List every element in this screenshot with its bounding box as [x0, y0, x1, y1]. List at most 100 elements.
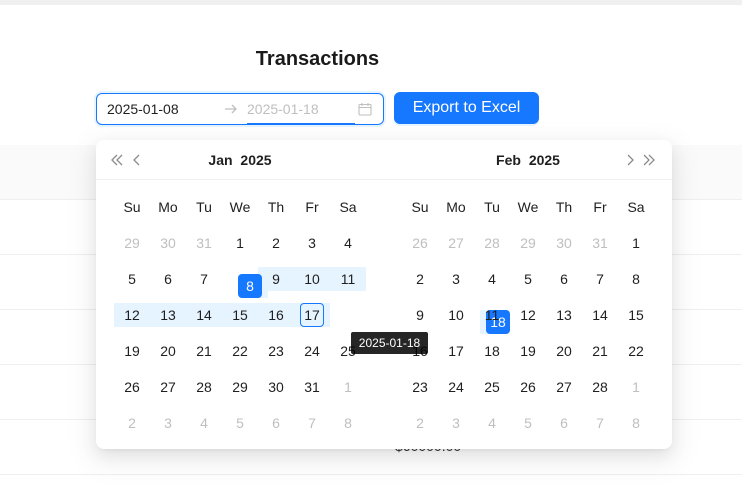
day-number[interactable]: 29 [516, 231, 540, 255]
day-cell[interactable]: 30 [546, 225, 582, 261]
day-cell[interactable]: 2 [258, 225, 294, 261]
day-number[interactable]: 21 [588, 339, 612, 363]
day-cell[interactable]: 9 [402, 297, 438, 333]
day-cell[interactable]: 28 [582, 369, 618, 405]
day-number[interactable]: 18 [480, 339, 504, 363]
day-number[interactable]: 1 [624, 231, 648, 255]
day-cell[interactable]: 8 [618, 261, 654, 297]
day-number[interactable]: 7 [588, 411, 612, 435]
day-number[interactable]: 1 [228, 231, 252, 255]
day-cell[interactable]: 12 [510, 297, 546, 333]
day-number[interactable]: 27 [552, 375, 576, 399]
day-cell[interactable]: 5 [114, 261, 150, 297]
day-cell[interactable]: 12 [114, 297, 150, 333]
day-number[interactable]: 19 [120, 339, 144, 363]
date-range-picker[interactable]: 2025-01-08 2025-01-18 [96, 93, 384, 125]
day-cell[interactable]: 30 [150, 225, 186, 261]
day-cell[interactable]: 1 [222, 225, 258, 261]
day-number[interactable]: 31 [192, 231, 216, 255]
day-cell[interactable]: 29 [114, 225, 150, 261]
day-number[interactable]: 28 [588, 375, 612, 399]
day-cell[interactable]: 8 [618, 405, 654, 441]
day-number[interactable]: 13 [156, 303, 180, 327]
end-date-input[interactable]: 2025-01-18 [247, 101, 319, 117]
day-number[interactable]: 27 [444, 231, 468, 255]
day-cell[interactable]: 7 [186, 261, 222, 297]
year-label[interactable]: 2025 [240, 152, 271, 168]
day-number[interactable]: 28 [480, 231, 504, 255]
day-cell[interactable]: 5 [510, 405, 546, 441]
day-cell[interactable]: 2 [114, 405, 150, 441]
day-cell[interactable]: 4 [474, 405, 510, 441]
month-label[interactable]: Jan [208, 152, 232, 168]
day-cell[interactable]: 26 [402, 225, 438, 261]
day-cell[interactable]: 14 [582, 297, 618, 333]
day-cell[interactable]: 1 [618, 369, 654, 405]
day-cell[interactable]: 17 [438, 333, 474, 369]
day-number[interactable]: 29 [120, 231, 144, 255]
day-cell[interactable]: 14 [186, 297, 222, 333]
day-cell[interactable]: 7 [582, 261, 618, 297]
day-cell[interactable]: 4 [330, 225, 366, 261]
day-cell[interactable]: 13 [546, 297, 582, 333]
day-cell[interactable]: 3 [294, 225, 330, 261]
export-to-excel-button[interactable]: Export to Excel [394, 92, 539, 124]
day-cell[interactable]: 1 [330, 369, 366, 405]
month-label[interactable]: Feb [496, 152, 521, 168]
day-number[interactable]: 30 [264, 375, 288, 399]
day-number[interactable]: 24 [300, 339, 324, 363]
day-cell[interactable]: 15 [222, 297, 258, 333]
day-cell[interactable]: 3 [150, 405, 186, 441]
day-number[interactable]: 8 [624, 411, 648, 435]
day-number[interactable]: 6 [156, 267, 180, 291]
day-cell[interactable]: 6 [258, 405, 294, 441]
day-number[interactable]: 1 [624, 375, 648, 399]
day-number[interactable]: 26 [516, 375, 540, 399]
day-number[interactable]: 3 [300, 231, 324, 255]
day-cell[interactable]: 4 [186, 405, 222, 441]
day-cell[interactable]: 30 [258, 369, 294, 405]
day-number[interactable]: 10 [444, 303, 468, 327]
day-cell[interactable]: 31 [294, 369, 330, 405]
day-number[interactable]: 26 [408, 231, 432, 255]
day-number[interactable]: 9 [408, 303, 432, 327]
day-cell[interactable]: 8 [330, 405, 366, 441]
day-number[interactable]: 26 [120, 375, 144, 399]
day-number[interactable]: 27 [156, 375, 180, 399]
day-number[interactable]: 2 [408, 411, 432, 435]
day-cell[interactable]: 5 [510, 261, 546, 297]
day-number[interactable]: 19 [516, 339, 540, 363]
day-cell[interactable]: 13 [150, 297, 186, 333]
day-cell[interactable]: 29 [222, 369, 258, 405]
day-number[interactable]: 5 [516, 267, 540, 291]
day-number[interactable]: 8 [238, 274, 262, 298]
day-cell[interactable]: 23 [258, 333, 294, 369]
day-number[interactable]: 6 [552, 267, 576, 291]
day-cell[interactable]: 21 [582, 333, 618, 369]
day-number[interactable]: 20 [156, 339, 180, 363]
day-number[interactable]: 1 [336, 375, 360, 399]
day-cell[interactable]: 22 [222, 333, 258, 369]
day-cell[interactable]: 24 [294, 333, 330, 369]
day-number[interactable]: 17 [444, 339, 468, 363]
day-number[interactable]: 6 [552, 411, 576, 435]
day-cell[interactable]: 19 [510, 333, 546, 369]
day-number[interactable]: 8 [336, 411, 360, 435]
day-number[interactable]: 17 [300, 303, 324, 327]
day-cell[interactable]: 29 [510, 225, 546, 261]
day-number[interactable]: 2 [264, 231, 288, 255]
day-number[interactable]: 14 [192, 303, 216, 327]
day-number[interactable]: 5 [228, 411, 252, 435]
day-number[interactable]: 2 [408, 267, 432, 291]
day-number[interactable]: 11 [336, 267, 360, 291]
day-number[interactable]: 8 [624, 267, 648, 291]
day-cell[interactable]: 11 [330, 261, 366, 297]
day-cell[interactable]: 17 [294, 297, 330, 333]
day-number[interactable]: 12 [516, 303, 540, 327]
day-number[interactable]: 5 [516, 411, 540, 435]
day-cell[interactable]: 26 [510, 369, 546, 405]
day-cell[interactable]: 24 [438, 369, 474, 405]
day-number[interactable]: 3 [444, 411, 468, 435]
day-cell[interactable]: 6 [150, 261, 186, 297]
day-cell[interactable]: 7 [582, 405, 618, 441]
